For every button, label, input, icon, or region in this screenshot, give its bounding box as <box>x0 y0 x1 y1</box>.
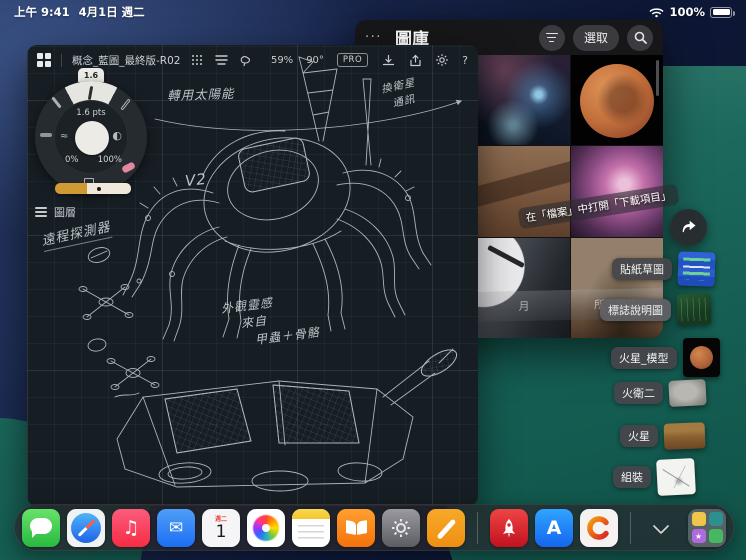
dragged-file-item[interactable]: 火衛二 <box>614 379 707 407</box>
concepts-c-icon <box>587 515 609 540</box>
workspace-grid-icon[interactable] <box>37 53 51 67</box>
file-thumbnail-mars-model[interactable] <box>682 338 720 377</box>
brush-size-tab[interactable]: 1.6 <box>78 68 104 82</box>
dock: ♫ ✉ 週二 1 A ★ <box>14 504 734 551</box>
stroke-size-label: 1.6 pts <box>76 108 106 118</box>
document-title[interactable]: 概念_藍圖_最終版-R02 <box>72 53 180 68</box>
file-label: 貼紙草圖 <box>612 258 672 280</box>
file-label: 火星 <box>620 425 658 447</box>
layers-icon <box>35 207 47 217</box>
file-label: 組裝 <box>613 466 651 488</box>
export-icon[interactable] <box>408 53 422 67</box>
dragged-file-item[interactable]: 火星 <box>620 422 706 450</box>
rotation-value[interactable]: 90° <box>306 55 324 66</box>
battery-icon <box>710 6 735 18</box>
zoom-level[interactable]: 59% <box>271 55 293 66</box>
slider-handle[interactable] <box>96 186 101 191</box>
filter-icon <box>545 32 558 43</box>
status-bar: 上午 9:41 4月1日 週二 100% <box>0 0 746 24</box>
concepts-app-icon[interactable] <box>580 508 618 547</box>
file-thumbnail-deimos[interactable] <box>668 379 707 407</box>
mail-app-icon[interactable]: ✉ <box>157 508 195 547</box>
notes-app-icon[interactable] <box>292 508 330 547</box>
photo-thumbnail-nebula[interactable] <box>478 55 570 145</box>
select-button[interactable]: 選取 <box>572 24 619 51</box>
scrollbar[interactable] <box>656 60 659 96</box>
file-thumbnail-green-diagram[interactable] <box>676 293 712 326</box>
search-icon <box>634 31 647 44</box>
rocket-app-icon[interactable] <box>490 508 528 547</box>
marker-tool-icon[interactable] <box>40 133 52 137</box>
settings-gear-icon[interactable] <box>435 53 449 67</box>
dots-grid-icon[interactable] <box>190 53 204 67</box>
file-label: 火星_模型 <box>611 346 677 369</box>
import-icon[interactable] <box>381 53 395 67</box>
annotation-solar: 轉用太陽能 <box>166 85 235 104</box>
books-app-icon[interactable] <box>337 508 375 547</box>
dock-divider <box>477 511 478 544</box>
rocket-icon <box>503 518 515 537</box>
settings-app-icon[interactable] <box>382 508 420 547</box>
gear-icon <box>392 518 410 537</box>
smoothing-icon[interactable]: ≈ <box>60 131 68 142</box>
calendar-day: 1 <box>215 522 227 542</box>
opacity-min-label: 0% <box>65 155 79 165</box>
layers-label: 圖層 <box>54 206 76 219</box>
calendar-app-icon[interactable]: 週二 1 <box>202 508 240 547</box>
toolbar-divider <box>61 53 62 67</box>
app-store-icon[interactable]: A <box>535 508 573 547</box>
search-button[interactable] <box>627 24 653 51</box>
messages-app-icon[interactable] <box>22 508 60 547</box>
music-app-icon[interactable]: ♫ <box>112 508 150 547</box>
chevron-down-icon[interactable] <box>652 517 672 538</box>
dragged-file-item[interactable]: 火星_模型 <box>611 338 720 377</box>
window-controls-icon[interactable]: ··· <box>365 30 391 45</box>
active-color-swatch[interactable] <box>75 121 109 155</box>
tool-wheel[interactable]: 1.6 1.6 pts ≈ ◐ 0% 100% <box>35 68 147 193</box>
help-button[interactable]: ? <box>462 54 468 67</box>
opacity-max-label: 100% <box>97 155 122 165</box>
battery-percent: 100% <box>669 5 705 19</box>
file-thumbnail-assembly-sketch[interactable] <box>656 458 696 496</box>
file-thumbnail-sticker[interactable] <box>677 251 716 287</box>
wifi-icon <box>650 7 664 17</box>
share-forward-button[interactable] <box>670 209 707 246</box>
tool-wheel-inner[interactable]: 1.6 pts ≈ ◐ 0% 100% <box>54 100 128 174</box>
dock-divider <box>630 511 631 544</box>
pro-badge[interactable]: PRO <box>336 53 369 67</box>
dragged-file-item[interactable]: 組裝 <box>613 458 696 496</box>
photos-app-icon[interactable] <box>247 508 285 547</box>
concepts-app-window: 概念_藍圖_最終版-R02 59% 90° PRO ? 1.6 1.6 pts … <box>27 45 478 506</box>
status-time: 上午 9:41 <box>14 5 70 19</box>
file-thumbnail-mars-surface[interactable] <box>663 422 706 450</box>
album-label[interactable]: 月 <box>478 297 570 315</box>
photo-thumbnail-mars-planet[interactable] <box>571 55 663 145</box>
dragged-file-item[interactable]: 標誌說明圖 <box>600 293 712 326</box>
lasso-select-icon[interactable] <box>238 53 252 67</box>
status-date: 4月1日 週二 <box>78 5 145 19</box>
filter-button[interactable] <box>538 24 565 51</box>
annotation-version: V2 <box>184 169 208 191</box>
file-label: 火衛二 <box>614 382 663 404</box>
layers-button[interactable]: 圖層 <box>31 202 80 222</box>
color-slider[interactable] <box>55 183 131 194</box>
drawing-app-icon[interactable] <box>427 508 465 547</box>
menu-lines-icon[interactable] <box>214 53 228 67</box>
file-label: 標誌說明圖 <box>600 298 671 321</box>
forward-arrow-icon <box>682 220 696 233</box>
app-library-icon[interactable]: ★ <box>688 508 726 547</box>
ipad-screen: 上午 9:41 4月1日 週二 100% ··· 圖庫 選取 月 概念_藍圖_最… <box>0 0 746 560</box>
album-cover-observatory[interactable] <box>478 238 570 338</box>
safari-app-icon[interactable] <box>67 508 105 547</box>
dragged-file-item[interactable]: 貼紙草圖 <box>612 251 716 287</box>
opacity-icon[interactable]: ◐ <box>112 129 122 142</box>
